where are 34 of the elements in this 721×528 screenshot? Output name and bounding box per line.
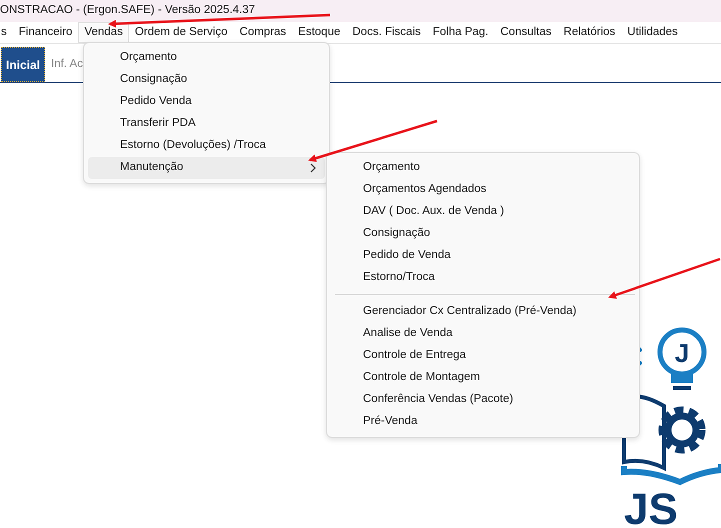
- menu-item[interactable]: Consignação: [331, 223, 635, 245]
- tab[interactable]: Inicial: [1, 47, 46, 82]
- menu-item[interactable]: Financeiro: [12, 22, 78, 44]
- menu-item[interactable]: Controle de Montagem: [331, 367, 635, 389]
- menu-item[interactable]: Docs. Fiscais: [346, 22, 427, 44]
- menu-item[interactable]: Orçamento: [88, 47, 325, 69]
- menu-item[interactable]: Compras: [234, 22, 292, 44]
- menu-item[interactable]: Ordem de Serviço: [128, 22, 234, 44]
- menu-item[interactable]: Relatórios: [558, 22, 622, 44]
- menu-item[interactable]: Conferência Vendas (Pacote): [331, 389, 635, 411]
- menu-item[interactable]: Pedido de Venda: [331, 245, 635, 267]
- logo-wordmark: JS: [624, 485, 678, 528]
- menu-item[interactable]: Transferir PDA: [88, 113, 325, 135]
- menu-item[interactable]: Utilidades: [621, 22, 684, 44]
- window-title: ONSTRACAO - (Ergon.SAFE) - Versão 2025.4.37: [0, 3, 256, 18]
- menu-item[interactable]: Consignação: [88, 69, 325, 91]
- menu-item[interactable]: Estorno (Devoluções) /Troca: [88, 135, 325, 157]
- menu-item[interactable]: Estoque: [292, 22, 346, 44]
- menu-item[interactable]: s: [0, 22, 13, 44]
- menu-item[interactable]: Pré-Venda: [331, 411, 635, 433]
- menu-item[interactable]: Controle de Entrega: [331, 345, 635, 367]
- menu-item[interactable]: Orçamento: [331, 157, 635, 179]
- menu-item[interactable]: Folha Pag.: [426, 22, 494, 44]
- menu-item[interactable]: Pedido Venda: [88, 91, 325, 113]
- menu-item[interactable]: DAV ( Doc. Aux. de Venda ): [331, 201, 635, 223]
- chevron-right-icon: [309, 163, 317, 173]
- submenu-item[interactable]: Manutenção: [88, 157, 325, 179]
- tab[interactable]: Inf. Ac: [45, 47, 84, 82]
- menu-item[interactable]: Analise de Venda: [331, 323, 635, 345]
- menu-item[interactable]: Gerenciador Cx Centralizado (Pré-Venda): [331, 301, 635, 323]
- logo-letter: J: [674, 338, 690, 368]
- menu-item[interactable]: Consultas: [494, 22, 558, 44]
- menu-item[interactable]: Orçamentos Agendados: [331, 179, 635, 201]
- menu-item[interactable]: Estorno/Troca: [331, 267, 635, 289]
